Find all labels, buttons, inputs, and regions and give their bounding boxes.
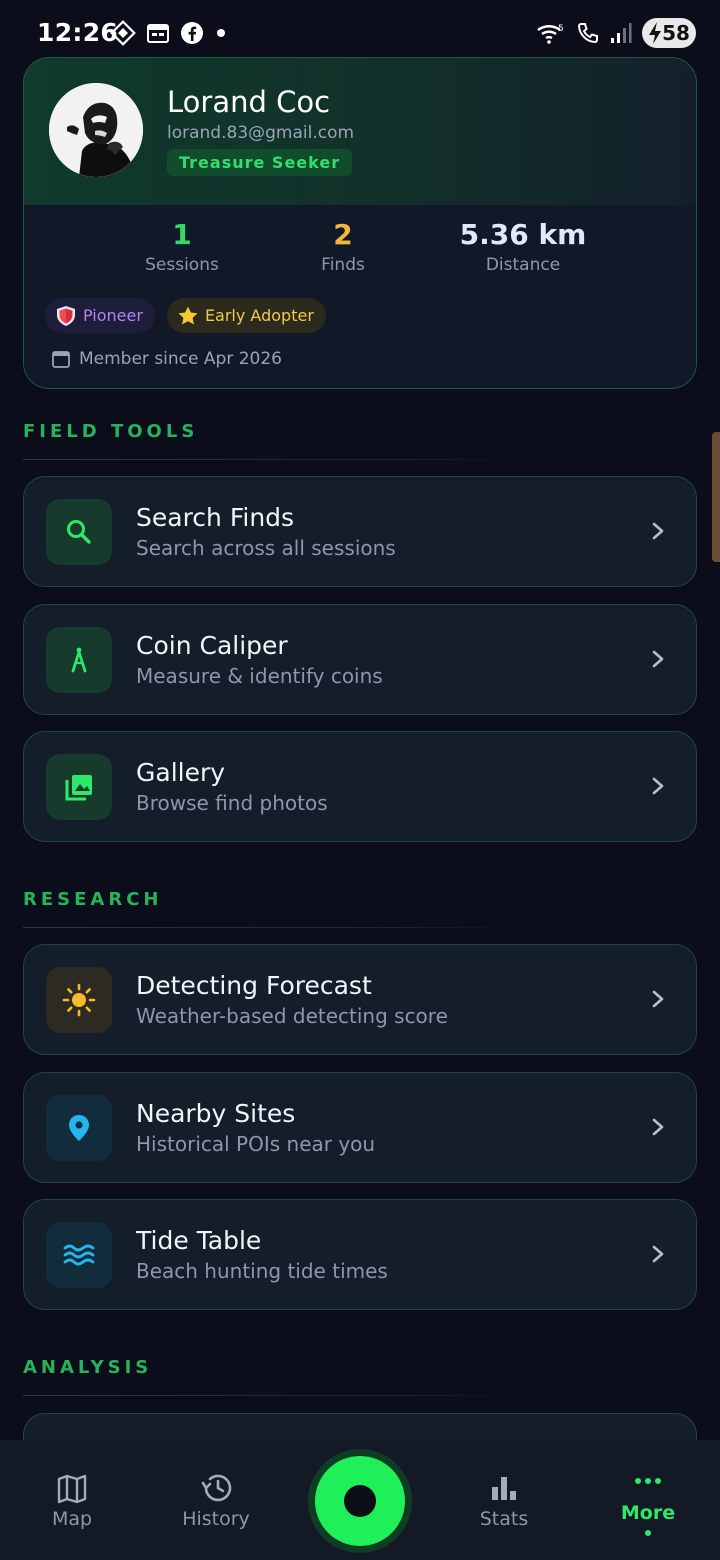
calendar-notification-icon xyxy=(147,24,169,43)
tool-title: Tide Table xyxy=(136,1226,262,1255)
avatar-photo xyxy=(49,83,143,177)
caliper-icon xyxy=(71,647,87,673)
battery-indicator: 58 xyxy=(642,18,696,48)
app-notification-icon xyxy=(110,20,136,46)
tool-coin-caliper[interactable]: Coin Caliper Measure & identify coins xyxy=(23,604,697,715)
sun-icon xyxy=(62,983,96,1017)
tool-subtitle: Beach hunting tide times xyxy=(136,1259,388,1283)
search-icon-tile xyxy=(46,499,112,565)
app-screen: 12:26 5 58 Lorand Coc lorand.83@gmail.co… xyxy=(0,0,720,1560)
chevron-right-icon xyxy=(652,522,664,540)
early-adopter-label: Early Adopter xyxy=(204,306,314,325)
tool-title: Detecting Forecast xyxy=(136,971,372,1000)
member-since: Member since Apr 2026 xyxy=(51,349,282,369)
location-pin-icon-tile xyxy=(46,1095,112,1161)
finds-label: Finds xyxy=(321,255,365,275)
record-icon xyxy=(344,1485,376,1517)
section-field-tools: FIELD TOOLS xyxy=(23,421,199,442)
system-icons: 5 58 xyxy=(536,18,696,48)
distance-label: Distance xyxy=(485,255,561,275)
tool-title: Gallery xyxy=(136,758,226,787)
battery-level: 58 xyxy=(662,21,690,45)
gallery-icon-tile xyxy=(46,754,112,820)
gallery-icon xyxy=(65,775,92,801)
tool-subtitle: Weather-based detecting score xyxy=(136,1004,448,1028)
pioneer-badge[interactable]: Pioneer xyxy=(45,298,155,333)
stats-icon xyxy=(492,1477,516,1500)
nav-history-label: History xyxy=(182,1508,250,1530)
wifi-icon: 5 xyxy=(537,24,564,44)
chevron-right-icon xyxy=(652,650,664,668)
nav-stats-label: Stats xyxy=(479,1508,529,1530)
history-icon xyxy=(201,1474,232,1502)
achievement-badges: Pioneer Early Adopter xyxy=(45,298,326,333)
shield-icon xyxy=(57,305,75,326)
early-adopter-badge[interactable]: Early Adopter xyxy=(166,298,326,333)
scroll-handle[interactable] xyxy=(712,432,720,562)
calendar-icon xyxy=(52,351,70,368)
tool-tide-table[interactable]: Tide Table Beach hunting tide times xyxy=(23,1199,697,1310)
more-dots-icon xyxy=(635,1478,661,1484)
active-indicator-dot xyxy=(645,1530,651,1536)
chevron-right-icon xyxy=(652,990,664,1008)
waves-icon-tile xyxy=(46,1222,112,1288)
tool-subtitle: Measure & identify coins xyxy=(136,664,383,688)
caliper-icon-tile xyxy=(46,627,112,693)
svg-text:5: 5 xyxy=(558,24,564,34)
section-research: RESEARCH xyxy=(23,889,163,910)
star-icon xyxy=(178,306,198,324)
notification-icons xyxy=(110,20,228,46)
section-divider xyxy=(23,1395,523,1396)
tool-search-finds[interactable]: Search Finds Search across all sessions xyxy=(23,476,697,587)
facebook-icon xyxy=(181,22,203,44)
charging-bolt-icon xyxy=(649,22,661,44)
chevron-right-icon xyxy=(652,1245,664,1263)
stat-finds: 2 Finds xyxy=(263,218,423,275)
finds-value: 2 xyxy=(333,218,353,251)
map-icon xyxy=(57,1474,87,1504)
stat-distance: 5.36 km Distance xyxy=(443,218,603,275)
section-divider xyxy=(23,927,523,928)
record-button-inner xyxy=(315,1456,405,1546)
start-session-button[interactable] xyxy=(308,1449,412,1553)
user-name: Lorand Coc xyxy=(167,85,331,119)
section-analysis: ANALYSIS xyxy=(23,1357,153,1378)
sessions-label: Sessions xyxy=(145,255,219,275)
rank-badge: Treasure Seeker xyxy=(167,149,353,176)
location-pin-icon xyxy=(69,1115,89,1141)
tool-subtitle: Search across all sessions xyxy=(136,536,396,560)
distance-value: 5.36 km xyxy=(459,218,587,251)
avatar[interactable] xyxy=(49,83,143,177)
more-notifications-dot-icon xyxy=(217,29,225,37)
tool-subtitle: Historical POIs near you xyxy=(136,1132,376,1156)
nav-map-label: Map xyxy=(51,1508,93,1530)
section-divider xyxy=(23,459,523,460)
tool-title: Coin Caliper xyxy=(136,631,288,660)
tool-title: Search Finds xyxy=(136,503,295,532)
tool-gallery[interactable]: Gallery Browse find photos xyxy=(23,731,697,842)
chevron-right-icon xyxy=(652,1118,664,1136)
tool-title: Nearby Sites xyxy=(136,1099,296,1128)
sun-icon-tile xyxy=(46,967,112,1033)
chevron-right-icon xyxy=(652,777,664,795)
user-email: lorand.83@gmail.com xyxy=(167,123,355,143)
sessions-value: 1 xyxy=(172,218,192,251)
status-time: 12:26 xyxy=(37,18,119,47)
profile-card[interactable]: Lorand Coc lorand.83@gmail.com Treasure … xyxy=(23,57,697,389)
tool-nearby-sites[interactable]: Nearby Sites Historical POIs near you xyxy=(23,1072,697,1183)
nav-more-label: More xyxy=(620,1502,676,1524)
tool-detecting-forecast[interactable]: Detecting Forecast Weather-based detecti… xyxy=(23,944,697,1055)
signal-icon xyxy=(611,23,632,43)
tool-subtitle: Browse find photos xyxy=(136,791,328,815)
waves-icon xyxy=(63,1244,95,1266)
member-since-text: Member since Apr 2026 xyxy=(79,349,282,369)
pioneer-label: Pioneer xyxy=(83,306,143,325)
wifi-calling-icon xyxy=(577,23,598,44)
search-icon xyxy=(67,520,91,544)
stat-sessions: 1 Sessions xyxy=(102,218,262,275)
